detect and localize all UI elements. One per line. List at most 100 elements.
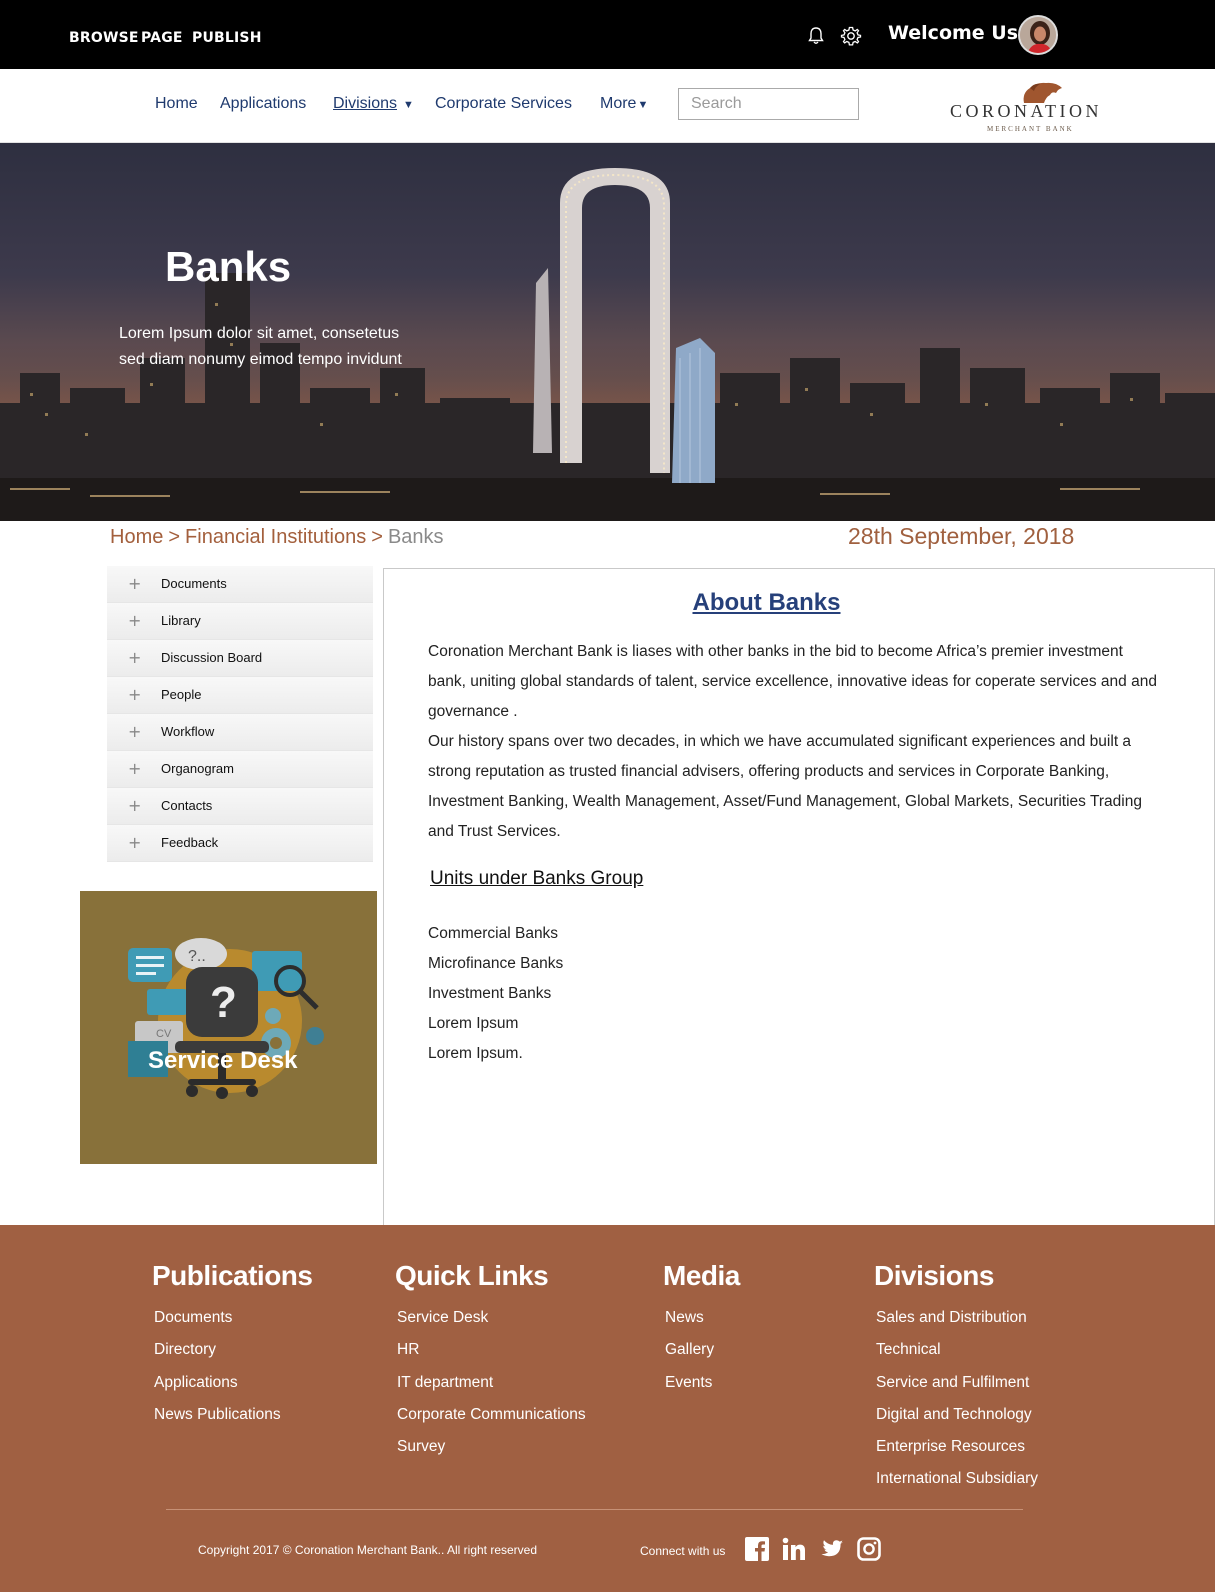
sidebar-item-organogram[interactable]: + Organogram bbox=[107, 751, 373, 788]
chevron-down-icon: ▼ bbox=[403, 99, 414, 111]
breadcrumb-separator: > bbox=[371, 526, 383, 548]
plus-icon: + bbox=[128, 833, 142, 852]
footer-divisions: Divisions Sales and Distribution Technic… bbox=[874, 1260, 1038, 1496]
nav-applications[interactable]: Applications bbox=[220, 95, 306, 113]
footer-publications: Publications Documents Directory Applica… bbox=[152, 1260, 313, 1431]
sidebar-item-label: Workflow bbox=[161, 724, 215, 739]
nav-corporate-services[interactable]: Corporate Services bbox=[435, 95, 572, 113]
search-input[interactable] bbox=[678, 88, 859, 120]
footer-link[interactable]: Service and Fulfilment bbox=[876, 1367, 1038, 1399]
list-item[interactable]: Lorem Ipsum bbox=[428, 1009, 563, 1039]
footer-link[interactable]: Technical bbox=[876, 1334, 1038, 1366]
footer-link[interactable]: News Publications bbox=[154, 1399, 312, 1431]
hero-banner: Banks Lorem Ipsum dolor sit amet, conset… bbox=[0, 143, 1215, 521]
main-content: About Banks Coronation Merchant Bank is … bbox=[383, 568, 1215, 1225]
facebook-icon[interactable] bbox=[745, 1537, 769, 1561]
bell-icon[interactable] bbox=[806, 26, 826, 46]
nav-home[interactable]: Home bbox=[155, 95, 198, 113]
plus-icon: + bbox=[128, 685, 142, 704]
nav-more[interactable]: More▼ bbox=[600, 95, 648, 113]
logo-subtitle: MERCHANT BANK bbox=[987, 125, 1074, 133]
linkedin-icon[interactable] bbox=[782, 1537, 806, 1561]
footer-divider bbox=[166, 1509, 1023, 1510]
service-desk-label: Service Desk bbox=[148, 1047, 298, 1074]
coronation-logo[interactable]: CORONATION MERCHANT BANK bbox=[945, 79, 1125, 134]
breadcrumb-financial-institutions[interactable]: Financial Institutions bbox=[185, 526, 366, 548]
page-title: About Banks bbox=[692, 589, 841, 616]
footer-link[interactable]: Sales and Distribution bbox=[876, 1302, 1038, 1334]
footer-link[interactable]: Documents bbox=[154, 1302, 312, 1334]
sidebar-item-workflow[interactable]: + Workflow bbox=[107, 714, 373, 751]
breadcrumb-separator: > bbox=[168, 526, 181, 548]
nav-divisions-label: Divisions bbox=[333, 95, 398, 112]
list-item[interactable]: Lorem Ipsum. bbox=[428, 1039, 563, 1069]
breadcrumb-home[interactable]: Home bbox=[110, 526, 163, 548]
breadcrumb-current: Banks bbox=[387, 526, 444, 548]
footer-heading: Media bbox=[663, 1260, 740, 1291]
about-text: Coronation Merchant Bank is liases with … bbox=[428, 637, 1158, 847]
footer-link[interactable]: International Subsidiary bbox=[876, 1463, 1038, 1495]
list-item[interactable]: Microfinance Banks bbox=[428, 949, 563, 979]
nav-divisions[interactable]: Divisions ▼ bbox=[333, 95, 414, 113]
gear-icon[interactable] bbox=[840, 25, 862, 47]
sidebar-item-label: Documents bbox=[161, 576, 227, 591]
sidebar-item-feedback[interactable]: + Feedback bbox=[107, 825, 373, 862]
plus-icon: + bbox=[128, 611, 142, 630]
footer-link[interactable]: Survey bbox=[397, 1431, 586, 1463]
footer-quick-links: Quick Links Service Desk HR IT departmen… bbox=[395, 1260, 586, 1463]
service-desk-illustration-icon: ?.. CV ? bbox=[128, 938, 324, 1099]
sidebar-item-discussion-board[interactable]: + Discussion Board bbox=[107, 640, 373, 677]
list-item[interactable]: Investment Banks bbox=[428, 979, 563, 1009]
footer-link[interactable]: News bbox=[665, 1302, 740, 1334]
footer-link[interactable]: Service Desk bbox=[397, 1302, 586, 1334]
hero-subtitle: Lorem Ipsum dolor sit amet, consetetus s… bbox=[119, 325, 402, 368]
svg-text:?..: ?.. bbox=[188, 948, 206, 965]
nav-more-label: More bbox=[600, 95, 637, 112]
sidebar-item-library[interactable]: + Library bbox=[107, 603, 373, 640]
about-paragraph-2: Our history spans over two decades, in w… bbox=[428, 733, 1142, 840]
units-title: Units under Banks Group bbox=[430, 868, 644, 889]
footer-link[interactable]: Events bbox=[665, 1367, 740, 1399]
footer-heading: Publications bbox=[152, 1260, 313, 1291]
page-date: 28th September, 2018 bbox=[848, 523, 1075, 549]
service-desk-tile[interactable]: ?.. CV ? Service Desk bbox=[80, 891, 377, 1164]
list-item[interactable]: Commercial Banks bbox=[428, 919, 563, 949]
logo-name: CORONATION bbox=[950, 101, 1102, 121]
footer-link[interactable]: Digital and Technology bbox=[876, 1399, 1038, 1431]
footer-link[interactable]: Applications bbox=[154, 1367, 312, 1399]
breadcrumb: Home > Financial Institutions > Banks bbox=[110, 526, 444, 549]
sidebar-item-label: Contacts bbox=[161, 798, 213, 813]
sidebar-item-contacts[interactable]: + Contacts bbox=[107, 788, 373, 825]
footer-heading: Divisions bbox=[874, 1260, 994, 1291]
plus-icon: + bbox=[128, 796, 142, 815]
sidebar-item-documents[interactable]: + Documents bbox=[107, 566, 373, 603]
twitter-icon[interactable] bbox=[820, 1537, 844, 1561]
plus-icon: + bbox=[128, 648, 142, 667]
plus-icon: + bbox=[128, 759, 142, 778]
hero-title: Banks bbox=[165, 243, 292, 290]
footer-link[interactable]: Gallery bbox=[665, 1334, 740, 1366]
footer-link[interactable]: Corporate Communications bbox=[397, 1399, 586, 1431]
plus-icon: + bbox=[128, 722, 142, 741]
copyright-text: Copyright 2017 © Coronation Merchant Ban… bbox=[198, 1543, 538, 1557]
sidebar-item-label: Discussion Board bbox=[161, 650, 263, 665]
avatar[interactable] bbox=[1018, 15, 1058, 55]
sidebar-item-label: People bbox=[161, 687, 202, 702]
footer-media: Media News Gallery Events bbox=[663, 1260, 740, 1399]
publish-link[interactable]: PUBLISH bbox=[192, 30, 262, 46]
footer-link[interactable]: Enterprise Resources bbox=[876, 1431, 1038, 1463]
footer-heading: Quick Links bbox=[395, 1260, 549, 1291]
instagram-icon[interactable] bbox=[857, 1537, 881, 1561]
footer-link[interactable]: HR bbox=[397, 1334, 586, 1366]
sidebar-item-people[interactable]: + People bbox=[107, 677, 373, 714]
units-list: Commercial Banks Microfinance Banks Inve… bbox=[428, 919, 563, 1069]
footer-link[interactable]: IT department bbox=[397, 1367, 586, 1399]
about-paragraph-1: Coronation Merchant Bank is liases with … bbox=[428, 643, 1157, 720]
browse-link[interactable]: BROWSE bbox=[69, 30, 139, 46]
svg-text:CV: CV bbox=[156, 1028, 172, 1040]
footer-link[interactable]: Directory bbox=[154, 1334, 312, 1366]
page-link[interactable]: PAGE bbox=[141, 30, 183, 46]
sidebar-item-label: Feedback bbox=[161, 835, 219, 850]
svg-text:?: ? bbox=[210, 978, 237, 1027]
sidebar-menu: + Documents + Library + Discussion Board + P… bbox=[107, 566, 373, 862]
